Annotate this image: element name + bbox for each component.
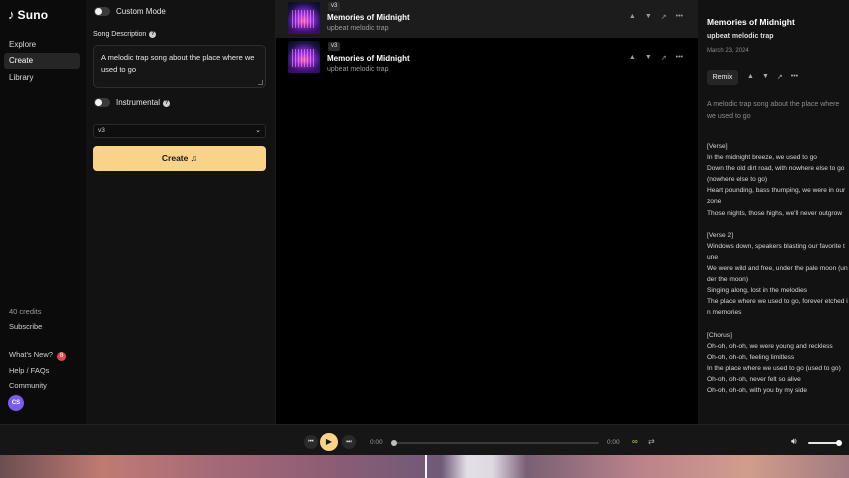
whats-new-link[interactable]: What's New? 8 bbox=[9, 350, 67, 361]
whats-new-badge: 8 bbox=[56, 352, 67, 361]
thumbs-up-icon[interactable]: ▲ bbox=[747, 73, 754, 81]
chevron-down-icon: ⌄ bbox=[255, 127, 261, 134]
share-icon[interactable]: ↗ bbox=[661, 13, 667, 21]
details-tags: upbeat melodic trap bbox=[707, 33, 774, 40]
play-button[interactable]: ▶ bbox=[320, 433, 338, 451]
model-version-value: v3 bbox=[98, 127, 105, 134]
music-note-icon: ♫ bbox=[190, 153, 198, 163]
thumbs-down-icon[interactable]: ▼ bbox=[762, 73, 769, 81]
sidebar: ♪ Suno Explore Create Library 40 credits… bbox=[0, 0, 86, 424]
custom-mode-toggle[interactable] bbox=[94, 7, 110, 16]
details-title: Memories of Midnight bbox=[707, 17, 795, 27]
volume-icon[interactable]: 🔊︎ bbox=[791, 436, 797, 447]
share-icon[interactable]: ↗ bbox=[777, 73, 783, 81]
song-tags: upbeat melodic trap bbox=[327, 25, 389, 32]
more-icon[interactable]: ••• bbox=[791, 73, 798, 81]
lyrics-text: [Verse] In the midnight breeze, we used … bbox=[707, 143, 848, 395]
nav-create[interactable]: Create bbox=[4, 53, 80, 69]
suno-logo-icon: ♪ bbox=[8, 7, 15, 22]
more-icon[interactable]: ••• bbox=[676, 13, 683, 21]
nav-explore[interactable]: Explore bbox=[4, 37, 80, 53]
volume-knob[interactable] bbox=[836, 440, 842, 446]
thumbs-up-icon[interactable]: ▲ bbox=[629, 54, 636, 62]
community-link[interactable]: Community bbox=[9, 381, 47, 390]
song-tags: upbeat melodic trap bbox=[327, 66, 389, 73]
custom-mode-label: Custom Mode bbox=[116, 7, 166, 16]
details-date: March 23, 2024 bbox=[707, 48, 749, 54]
details-actions: ▲ ▼ ↗ ••• bbox=[747, 73, 798, 81]
next-icon[interactable]: ⏭ bbox=[342, 435, 356, 449]
details-prompt: A melodic trap song about the place wher… bbox=[707, 101, 840, 120]
more-icon[interactable]: ••• bbox=[676, 54, 683, 62]
background-strip bbox=[0, 455, 849, 478]
progress-bar[interactable] bbox=[391, 440, 599, 446]
song-list: v3 Memories of Midnight upbeat melodic t… bbox=[275, 0, 698, 424]
version-badge: v3 bbox=[328, 2, 341, 11]
song-cover-image[interactable] bbox=[288, 2, 320, 34]
avatar[interactable]: CS bbox=[8, 395, 24, 411]
whats-new-label: What's New? bbox=[9, 350, 53, 359]
instrumental-toggle[interactable] bbox=[94, 98, 110, 107]
thumbs-down-icon[interactable]: ▼ bbox=[645, 54, 652, 62]
brand-name: Suno bbox=[17, 7, 49, 22]
credits-count: 40 credits bbox=[9, 307, 42, 316]
song-actions: ▲ ▼ ↗ ••• bbox=[629, 54, 683, 62]
player-bar: ⏮ ▶ ⏭ 0:00 0:00 ∞ ⇄ 🔊︎ bbox=[0, 424, 849, 455]
song-title[interactable]: Memories of Midnight bbox=[327, 13, 410, 22]
version-badge: v3 bbox=[328, 42, 341, 51]
model-version-select[interactable]: v3 ⌄ bbox=[93, 124, 266, 138]
thumbs-down-icon[interactable]: ▼ bbox=[645, 13, 652, 21]
suno-logo[interactable]: ♪ Suno bbox=[8, 7, 48, 22]
progress-knob[interactable] bbox=[391, 440, 397, 446]
help-icon[interactable]: ? bbox=[163, 100, 171, 107]
song-description-value: A melodic trap song about the place wher… bbox=[101, 53, 255, 74]
thumbs-up-icon[interactable]: ▲ bbox=[629, 13, 636, 21]
song-cover-image[interactable] bbox=[288, 41, 320, 73]
create-button-label: Create bbox=[161, 153, 189, 163]
resize-handle-icon[interactable] bbox=[258, 80, 263, 85]
shuffle-icon[interactable]: ⇄ bbox=[648, 437, 655, 446]
song-actions: ▲ ▼ ↗ ••• bbox=[629, 13, 683, 21]
current-time: 0:00 bbox=[370, 439, 383, 446]
song-description-label: Song Description? bbox=[93, 31, 157, 38]
remix-button[interactable]: Remix bbox=[707, 70, 738, 85]
nav-library[interactable]: Library bbox=[4, 70, 80, 86]
share-icon[interactable]: ↗ bbox=[661, 54, 667, 62]
previous-icon[interactable]: ⏮ bbox=[304, 435, 318, 449]
song-row[interactable]: v3 Memories of Midnight upbeat melodic t… bbox=[276, 0, 698, 38]
total-time: 0:00 bbox=[607, 439, 620, 446]
subscribe-link[interactable]: Subscribe bbox=[9, 322, 42, 331]
create-panel: Custom Mode Song Description? A melodic … bbox=[86, 0, 275, 424]
instrumental-label: Instrumental? bbox=[116, 98, 171, 107]
song-row[interactable]: v3 Memories of Midnight upbeat melodic t… bbox=[276, 39, 698, 77]
song-title[interactable]: Memories of Midnight bbox=[327, 54, 410, 63]
song-description-text: Song Description bbox=[93, 31, 147, 38]
loop-icon[interactable]: ∞ bbox=[632, 437, 638, 446]
help-icon[interactable]: ? bbox=[149, 31, 157, 38]
song-description-input[interactable]: A melodic trap song about the place wher… bbox=[93, 45, 266, 88]
create-button[interactable]: Create ♫ bbox=[93, 146, 266, 171]
help-link[interactable]: Help / FAQs bbox=[9, 366, 49, 375]
strip-divider bbox=[425, 455, 427, 478]
volume-slider[interactable] bbox=[808, 440, 842, 446]
song-details-panel: Memories of Midnight upbeat melodic trap… bbox=[698, 0, 849, 424]
instrumental-text: Instrumental bbox=[116, 98, 161, 107]
